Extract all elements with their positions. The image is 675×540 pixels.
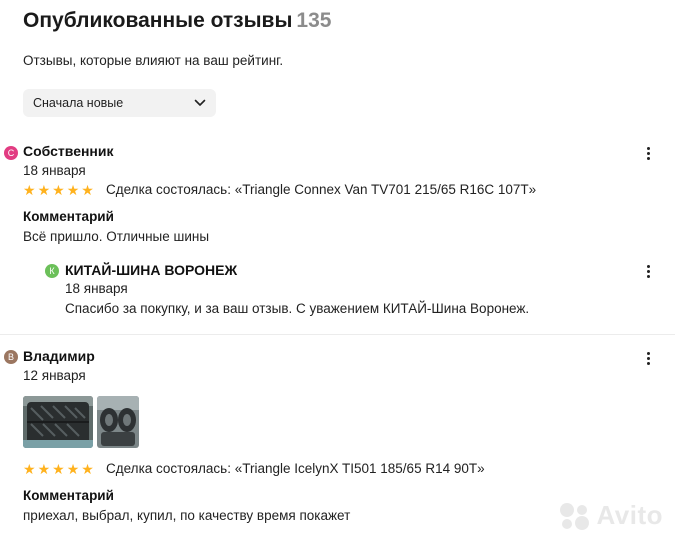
review-2-date: 12 января (23, 368, 86, 383)
review-2-comment-label: Комментарий (23, 488, 114, 503)
star-icon: ★ (66, 182, 80, 198)
review-1-comment: Всё пришло. Отличные шины (23, 229, 210, 244)
reviews-count: 135 (296, 9, 332, 32)
star-icon: ★ (37, 461, 51, 477)
review-2-author[interactable]: Владимир (23, 348, 95, 364)
avito-logo-icon (560, 502, 590, 530)
reply-avatar: К (45, 264, 59, 278)
star-icon: ★ (52, 461, 65, 477)
star-icon: ★ (66, 461, 80, 477)
star-icon: ★ (23, 461, 36, 477)
star-icon: ★ (52, 182, 65, 198)
review-1-comment-label: Комментарий (23, 209, 114, 224)
review-1-date: 18 января (23, 163, 86, 178)
star-icon: ★ (23, 182, 36, 198)
review-2-avatar: В (4, 350, 18, 364)
sort-select[interactable]: Сначала новые (23, 89, 216, 117)
review-divider (0, 334, 675, 335)
avito-watermark: Avito (558, 500, 663, 531)
review-1-menu-icon[interactable] (640, 144, 656, 162)
page-title: Опубликованные отзывы 135 (23, 9, 331, 33)
review-2-menu-icon[interactable] (640, 349, 656, 367)
review-1-deal: Сделка состоялась: «Triangle Connex Van … (106, 182, 537, 197)
review-1-author[interactable]: Собственник (23, 143, 114, 159)
chevron-down-icon (194, 99, 206, 106)
sort-select-value: Сначала новые (33, 96, 124, 110)
review-2-deal: Сделка состоялась: «Triangle IcelynX TI5… (106, 461, 485, 476)
review-2-comment: приехал, выбрал, купил, по качеству врем… (23, 508, 351, 523)
star-icon: ★ (81, 461, 94, 477)
review-1-rating: ★ ★ ★ ★ ★ (23, 183, 94, 197)
page-title-text: Опубликованные отзывы (23, 9, 293, 32)
star-icon: ★ (37, 182, 51, 198)
review-photo-tire-stack[interactable] (97, 396, 139, 448)
reply-menu-icon[interactable] (640, 262, 656, 280)
reply-author[interactable]: КИТАЙ-ШИНА ВОРОНЕЖ (65, 262, 237, 278)
watermark-text: Avito (596, 500, 663, 530)
reply-text: Спасибо за покупку, и за ваш отзыв. С ув… (65, 301, 530, 316)
review-1-avatar: С (4, 146, 18, 160)
review-2-rating: ★ ★ ★ ★ ★ (23, 462, 94, 476)
reply-date: 18 января (65, 281, 128, 296)
review-photo-tire-tread[interactable] (23, 396, 93, 448)
star-icon: ★ (81, 182, 94, 198)
page-subtitle: Отзывы, которые влияют на ваш рейтинг. (23, 53, 284, 68)
